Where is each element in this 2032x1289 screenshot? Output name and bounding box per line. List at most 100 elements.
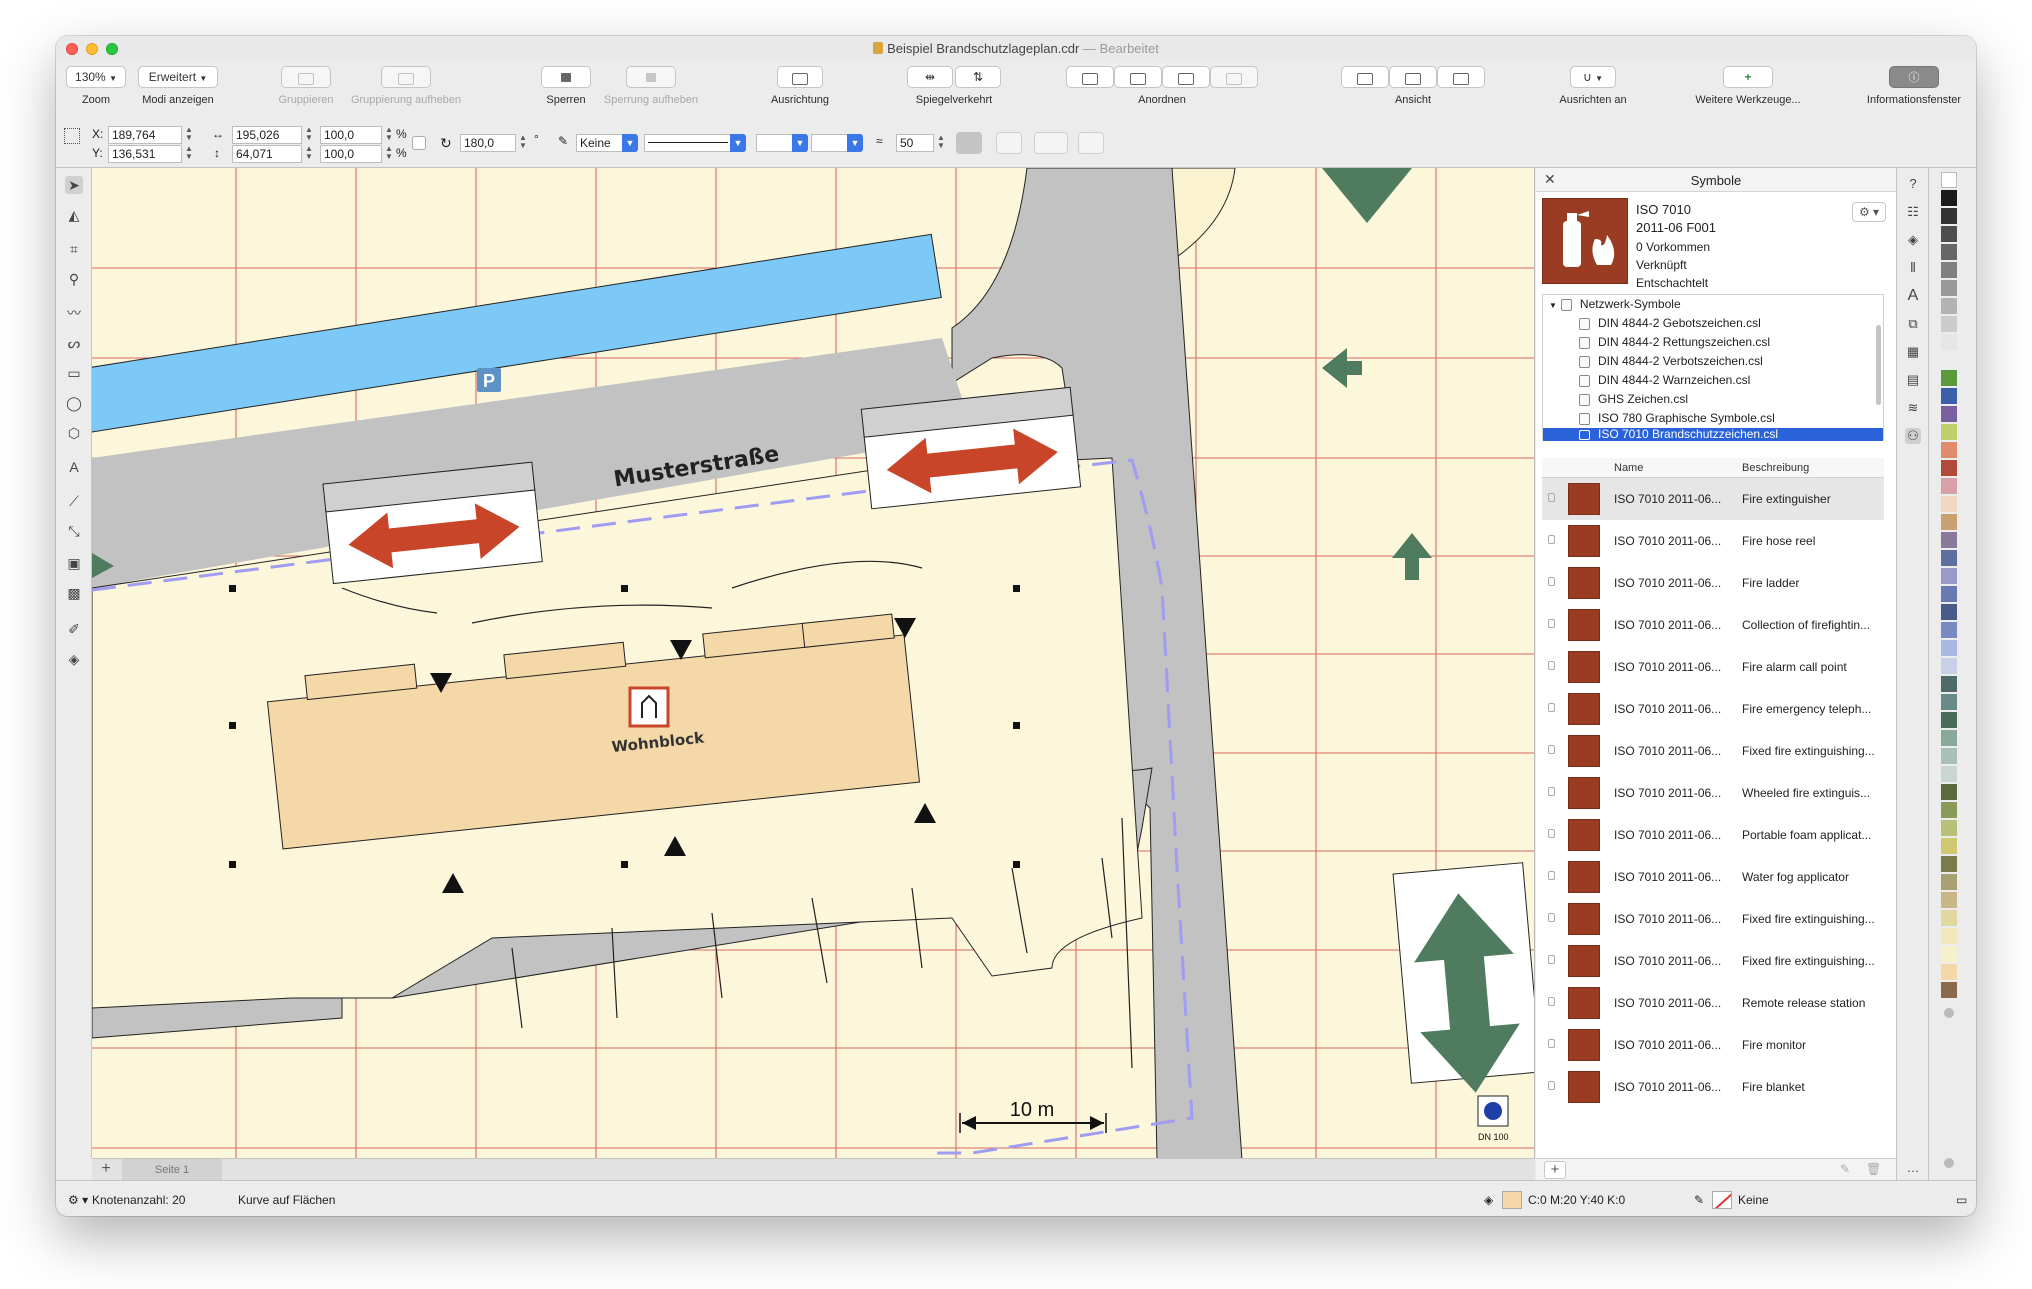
table-row[interactable]: ISO 7010 2011-06... Fire monitor <box>1542 1024 1884 1066</box>
height-field[interactable]: 64,071 <box>232 145 302 163</box>
fill-tool-icon[interactable]: ◈ <box>65 650 83 668</box>
status-settings-icon[interactable]: ⚙ ▾ <box>68 1193 88 1207</box>
crop-tool-icon[interactable]: ⌗ <box>65 240 83 258</box>
tree-item[interactable]: DIN 4844-2 Warnzeichen.csl <box>1543 371 1883 390</box>
color-swatch[interactable] <box>1941 550 1957 566</box>
tree-item[interactable]: ISO 780 Graphische Symbole.csl <box>1543 409 1883 428</box>
more-tools-button[interactable]: + <box>1723 66 1773 88</box>
color-swatch[interactable] <box>1941 244 1957 260</box>
color-swatch[interactable] <box>1941 856 1957 872</box>
table-row[interactable]: ISO 7010 2011-06... Fixed fire extinguish… <box>1542 730 1884 772</box>
rotation-field[interactable]: 180,0 <box>460 134 516 152</box>
chevron-down-icon[interactable]: ▼ <box>730 134 746 152</box>
fill-swatch[interactable] <box>1502 1191 1522 1209</box>
color-swatch[interactable] <box>1941 820 1957 836</box>
more-dockers-icon[interactable]: … <box>1905 1160 1921 1176</box>
chevron-down-icon[interactable]: ▼ <box>622 134 638 152</box>
table-row[interactable]: ISO 7010 2011-06... Fire extinguisher <box>1542 478 1884 520</box>
color-swatch[interactable] <box>1941 748 1957 764</box>
color-swatch[interactable] <box>1941 730 1957 746</box>
zoom-dropdown[interactable]: 130% ▼ <box>66 66 126 88</box>
freehand-tool-icon[interactable]: 〰 <box>65 304 83 322</box>
y-position-field[interactable]: 136,531 <box>108 145 182 163</box>
color-swatch[interactable] <box>1941 838 1957 854</box>
smoothing-field[interactable]: 50 <box>896 134 934 152</box>
color-swatch[interactable] <box>1941 784 1957 800</box>
tree-scrollbar[interactable] <box>1876 325 1881 405</box>
color-swatch[interactable] <box>1941 298 1957 314</box>
x-position-field[interactable]: 189,764 <box>108 126 182 144</box>
add-page-button[interactable]: + <box>98 1161 114 1177</box>
edit-symbol-button[interactable]: ✎ <box>1840 1162 1850 1176</box>
align-button[interactable] <box>777 66 823 88</box>
blend-tool-icon[interactable]: ⤡ <box>65 522 83 540</box>
mirror-vertical-button[interactable]: ⇅ <box>955 66 1001 88</box>
mirror-horizontal-button[interactable]: ⇹ <box>907 66 953 88</box>
info-button[interactable]: ⓘ <box>1889 66 1939 88</box>
tree-item-selected[interactable]: ISO 7010 Brandschutzzeichen.csl <box>1543 428 1883 441</box>
transform-icon[interactable]: ⧉ <box>1905 316 1921 332</box>
color-styles-icon[interactable]: ▤ <box>1905 372 1921 388</box>
color-swatch[interactable] <box>1941 406 1957 422</box>
color-swatch[interactable] <box>1941 964 1957 980</box>
color-swatch[interactable] <box>1941 604 1957 620</box>
color-swatch[interactable] <box>1941 496 1957 512</box>
to-front-button[interactable] <box>1066 66 1114 88</box>
symbols-icon[interactable]: ⚇ <box>1905 428 1921 444</box>
table-row[interactable]: ISO 7010 2011-06... Fire hose reel <box>1542 520 1884 562</box>
scale-x-stepper[interactable]: ▲ ▼ <box>384 126 394 144</box>
color-swatch[interactable] <box>1941 928 1957 944</box>
tree-item[interactable]: DIN 4844-2 Verbotszeichen.csl <box>1543 352 1883 371</box>
palette-scroll-down-icon[interactable] <box>1944 1158 1954 1168</box>
palette-scroll-up-icon[interactable] <box>1944 1008 1954 1018</box>
forward-button[interactable] <box>1114 66 1162 88</box>
color-swatch[interactable] <box>1941 910 1957 926</box>
color-swatch[interactable] <box>1941 262 1957 278</box>
color-swatch[interactable] <box>1941 946 1957 962</box>
color-swatch[interactable] <box>1941 658 1957 674</box>
color-swatch[interactable] <box>1941 280 1957 296</box>
drawing-canvas[interactable]: P Musterstraße Wohnblock 10 m DN 100 <box>92 168 1535 1158</box>
no-color-swatch[interactable] <box>1941 172 1957 188</box>
color-swatch[interactable] <box>1941 316 1957 332</box>
outline-behind-button[interactable] <box>956 132 982 154</box>
table-row[interactable]: ISO 7010 2011-06... Portable foam applica… <box>1542 814 1884 856</box>
table-row[interactable]: ISO 7010 2011-06... Wheeled fire extingui… <box>1542 772 1884 814</box>
column-name-header[interactable]: Name <box>1614 462 1643 474</box>
color-swatch[interactable] <box>1941 892 1957 908</box>
lock-ratio-button[interactable] <box>412 136 426 150</box>
tree-item[interactable]: GHS Zeichen.csl <box>1543 390 1883 409</box>
snap-button[interactable]: ∪ ▼ <box>1570 66 1616 88</box>
text-icon[interactable]: A <box>1905 288 1921 304</box>
color-swatch[interactable] <box>1941 442 1957 458</box>
pick-tool-icon[interactable]: ➤ <box>65 176 83 194</box>
color-swatch[interactable] <box>1941 514 1957 530</box>
tree-item[interactable]: DIN 4844-2 Rettungszeichen.csl <box>1543 333 1883 352</box>
tree-root[interactable]: ▼ Netzwerk-Symbole <box>1543 295 1883 314</box>
table-row[interactable]: ISO 7010 2011-06... Fire blanket <box>1542 1066 1884 1108</box>
color-swatch[interactable] <box>1941 640 1957 656</box>
color-swatch[interactable] <box>1941 226 1957 242</box>
object-manager-icon[interactable]: ☷ <box>1905 204 1921 220</box>
table-row[interactable]: ISO 7010 2011-06... Fire emergency teleph… <box>1542 688 1884 730</box>
page-tab[interactable]: Seite 1 <box>122 1159 222 1181</box>
width-stepper[interactable]: ▲ ▼ <box>304 126 314 144</box>
layers-icon[interactable]: ◈ <box>1905 232 1921 248</box>
hints-icon[interactable]: ? <box>1905 176 1921 192</box>
line-style-dropdown[interactable] <box>644 134 744 152</box>
bounding-box-button[interactable] <box>1078 132 1104 154</box>
group-button[interactable] <box>281 66 331 88</box>
shape-tool-icon[interactable]: ◭ <box>65 206 83 224</box>
color-swatch[interactable] <box>1941 694 1957 710</box>
rectangle-tool-icon[interactable]: ▭ <box>65 364 83 382</box>
color-swatch[interactable] <box>1941 208 1957 224</box>
color-swatch[interactable] <box>1941 676 1957 692</box>
color-swatch[interactable] <box>1941 478 1957 494</box>
table-row[interactable]: ISO 7010 2011-06... Water fog applicator <box>1542 856 1884 898</box>
polygon-tool-icon[interactable]: ⬡ <box>65 424 83 442</box>
shadow-tool-icon[interactable]: ▣ <box>65 554 83 572</box>
color-swatch[interactable] <box>1941 874 1957 890</box>
connector-tool-icon[interactable]: ⟋ <box>65 492 83 510</box>
color-swatch[interactable] <box>1941 460 1957 476</box>
docker-options-button[interactable]: ⚙ ▾ <box>1852 202 1886 222</box>
